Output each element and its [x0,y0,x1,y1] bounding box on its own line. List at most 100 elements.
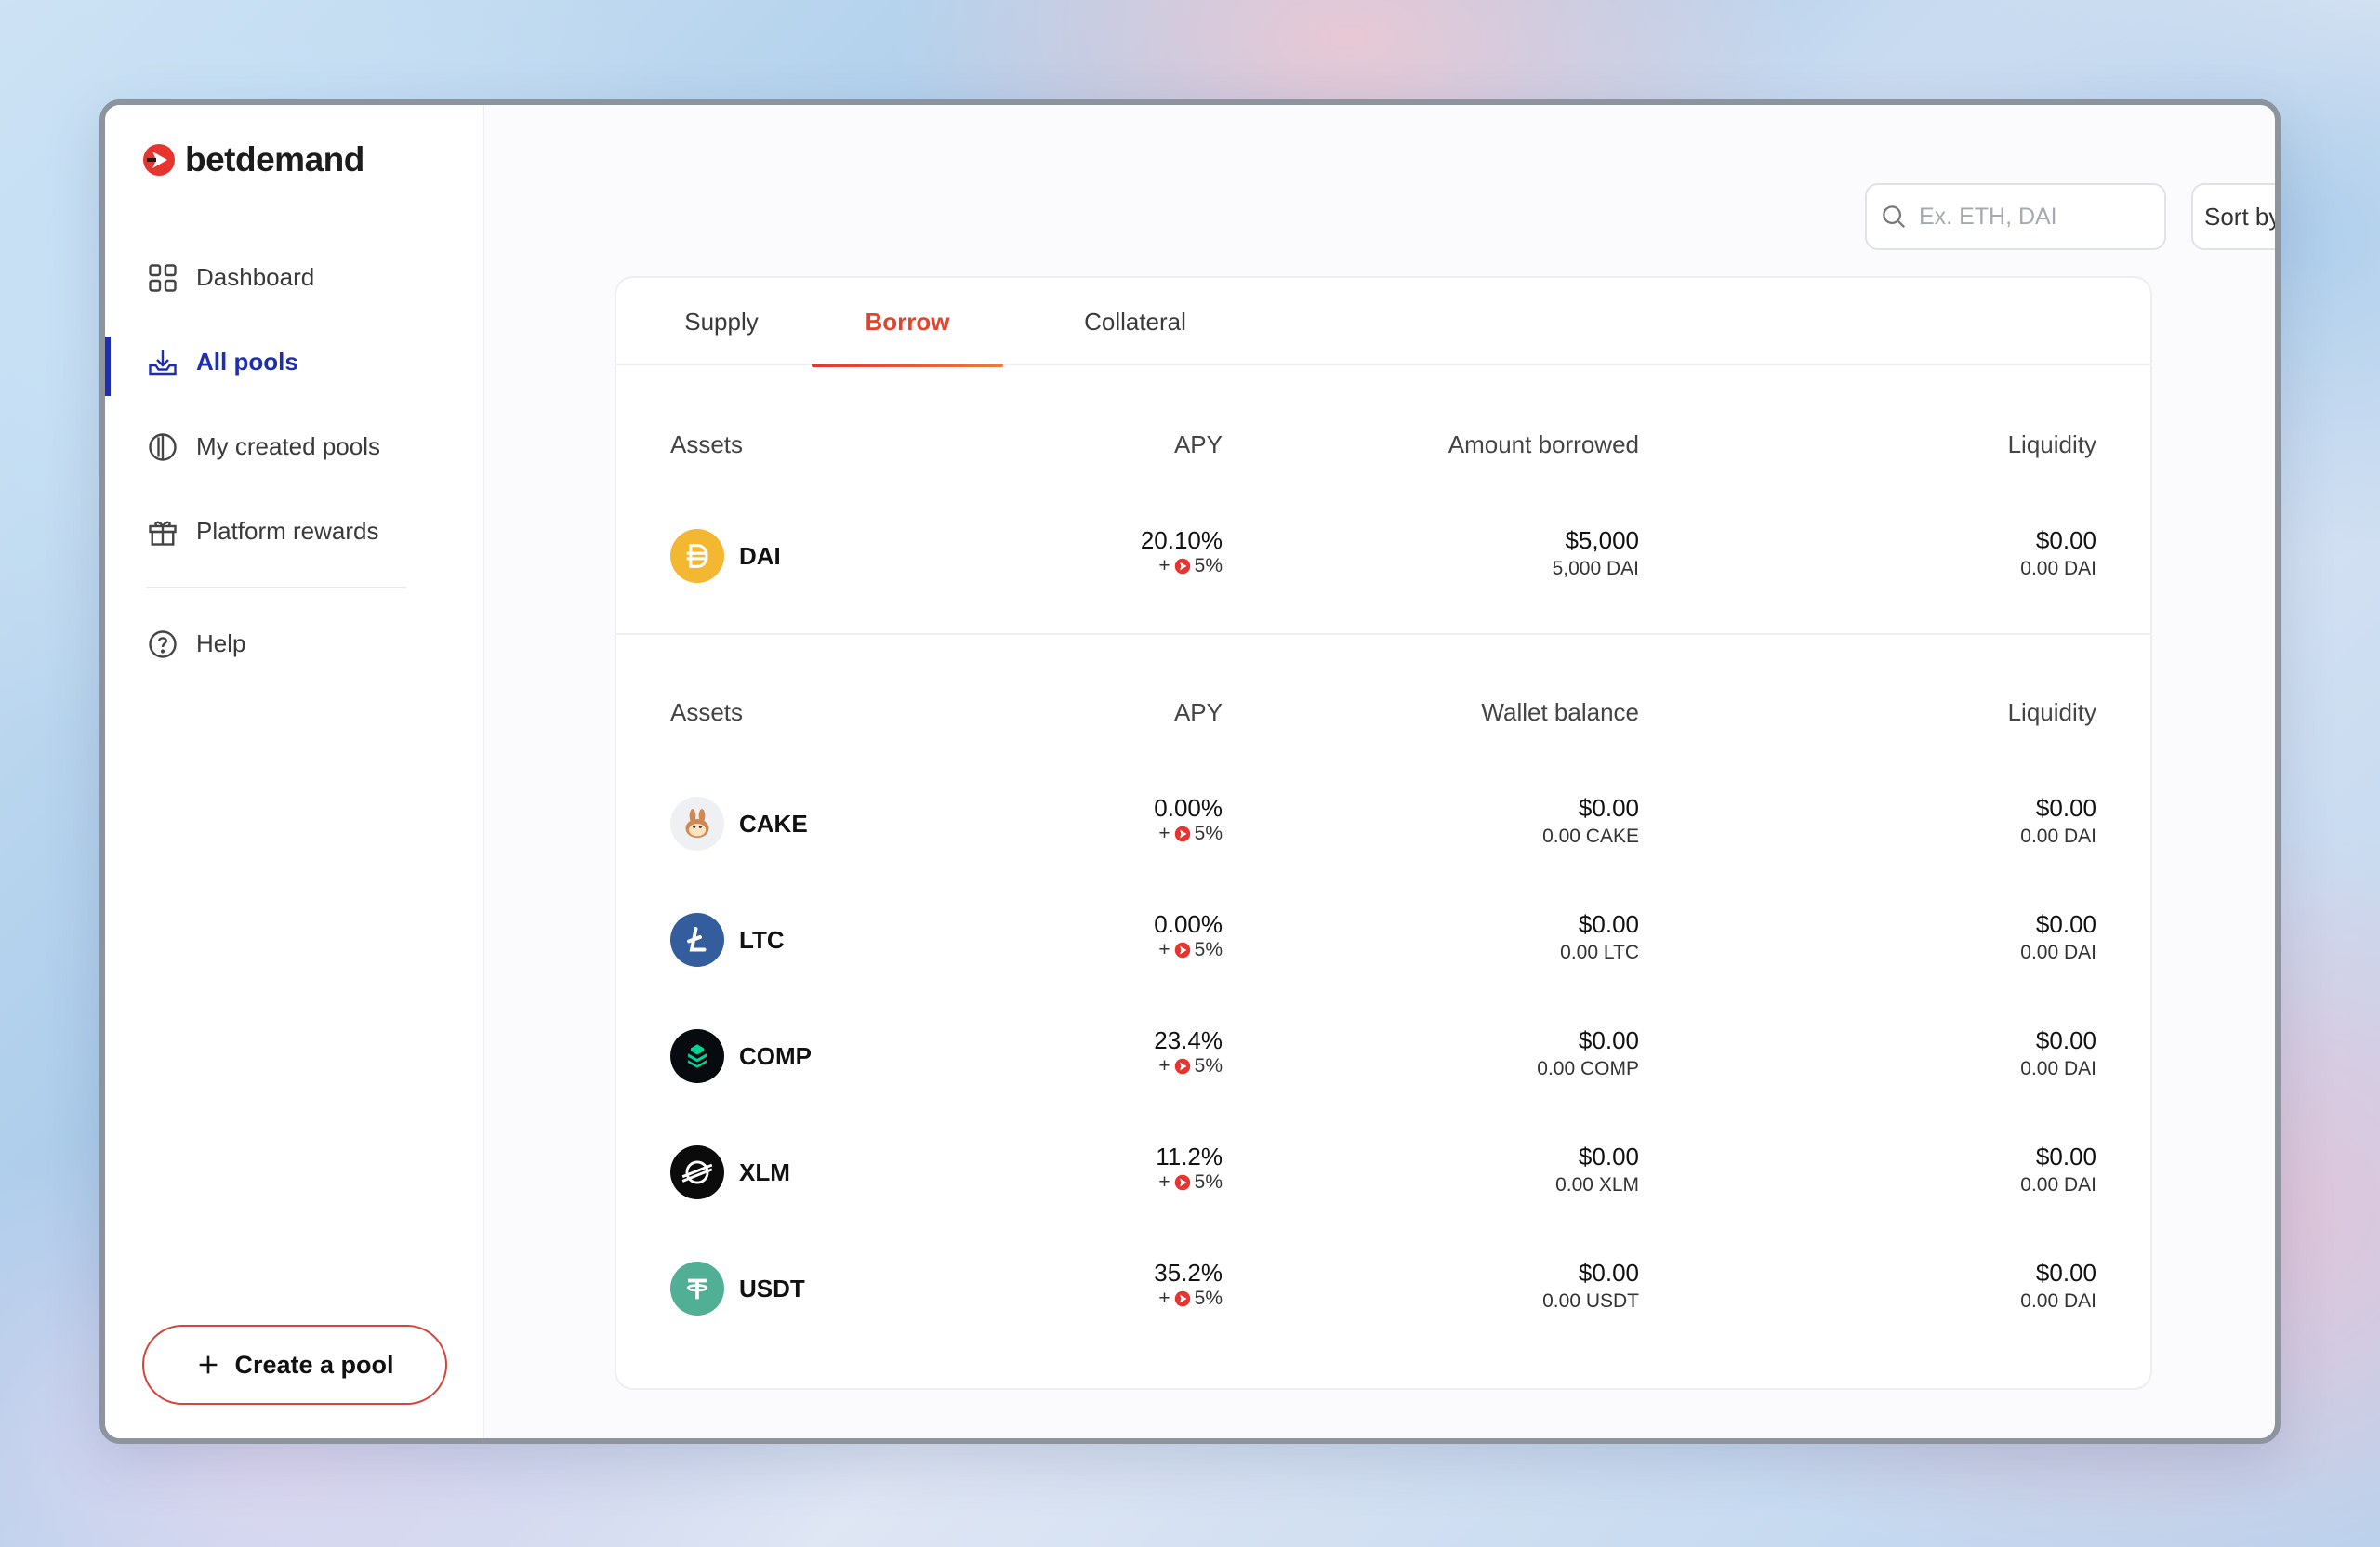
apy-cell: 23.4% + 5% [1154,1025,1223,1078]
balance-cell: $0.00 0.00 XLM [1555,1142,1639,1199]
search-icon [1883,205,1906,229]
download-tray-icon [149,350,177,375]
amount-sub: 5,000 DAI [1552,558,1639,579]
available-section: Assets APY Wallet balance Liquidity CAKE… [616,635,2150,1379]
search-box[interactable] [1865,183,2166,250]
reward-prefix: + [1158,1288,1170,1309]
table-row[interactable]: USDT 35.2% + 5% $0.00 0.00 USDT $0.00 0.… [616,1254,2150,1325]
balance-sub: 0.00 COMP [1537,1058,1639,1079]
app-window: betdemand Dashboard All pools My created… [99,99,2281,1444]
apy-cell: 0.00% + 5% [1154,909,1223,961]
table-row[interactable]: XLM 11.2% + 5% $0.00 0.00 XLM $0.00 0.00… [616,1138,2150,1209]
sidebar-item-dashboard[interactable]: Dashboard [105,235,483,320]
create-pool-button[interactable]: Create a pool [142,1325,447,1405]
liquidity-cell: $0.00 0.00 DAI [2020,1142,2096,1199]
asset-cell: LTC [670,913,785,967]
header-wallet-balance: Wallet balance [1481,698,1639,726]
apy-value: 35.2% [1154,1259,1223,1287]
liquidity-sub: 0.00 DAI [2020,826,2096,847]
reward-prefix: + [1158,555,1170,576]
sidebar-item-help[interactable]: Help [105,602,483,686]
sidebar: betdemand Dashboard All pools My created… [105,105,484,1438]
asset-symbol: LTC [739,925,785,954]
sidebar-item-label: My created pools [196,432,380,460]
sidebar-item-all-pools[interactable]: All pools [105,320,483,404]
asset-cell: USDT [670,1262,805,1316]
liquidity-value: $0.00 [2035,1259,2096,1287]
asset-symbol: USDT [739,1274,805,1302]
reward-prefix: + [1158,939,1170,960]
liquidity-sub: 0.00 DAI [2020,1058,2096,1079]
sort-dropdown[interactable]: Sort by: [2191,183,2281,250]
asset-symbol: COMP [739,1041,812,1070]
header-assets: Assets [670,698,744,726]
pools-card: Supply Borrow Collateral Assets APY Amou… [615,276,2152,1390]
balance-sub: 0.00 CAKE [1542,826,1639,847]
table-row[interactable]: DAI 20.10% + 5% $5,000 5,000 DAI $0.00 0… [616,522,2150,592]
cake-icon [670,797,724,851]
sidebar-item-label: Dashboard [196,263,315,291]
sidebar-item-my-created-pools[interactable]: My created pools [105,404,483,489]
balance-sub: 0.00 USDT [1542,1290,1639,1312]
apy-cell: 0.00% + 5% [1154,793,1223,845]
sidebar-item-label: Help [196,629,246,657]
asset-cell: DAI [670,529,781,583]
liquidity-sub: 0.00 DAI [2020,1174,2096,1196]
gift-icon [149,521,177,546]
table-header: Assets APY Amount borrowed Liquidity [616,430,2150,468]
reward-value: 5% [1194,939,1223,960]
liquidity-value: $0.00 [2035,1026,2096,1054]
amount-value: $5,000 [1565,526,1639,554]
liquidity-value: $0.00 [2035,794,2096,822]
header-liquidity: Liquidity [2007,430,2096,458]
nav-divider [146,587,406,588]
brand-mini-icon [1174,942,1190,959]
brand-logo-icon [143,144,175,176]
asset-cell: COMP [670,1029,812,1083]
sidebar-item-platform-rewards[interactable]: Platform rewards [105,489,483,574]
reward-badge: + 5% [1158,939,1223,961]
balance-cell: $0.00 0.00 LTC [1560,909,1639,967]
asset-cell: XLM [670,1145,790,1199]
table-header: Assets APY Wallet balance Liquidity [616,698,2150,735]
reward-prefix: + [1158,823,1170,844]
liquidity-cell: $0.00 0.00 DAI [2020,525,2096,583]
tab-supply[interactable]: Supply [670,278,773,365]
borrowed-section: Assets APY Amount borrowed Liquidity DAI… [616,365,2150,635]
create-pool-label: Create a pool [234,1350,394,1379]
tether-icon [670,1262,724,1316]
sort-label: Sort by: [2204,202,2281,231]
search-input[interactable] [1919,203,2142,231]
grid-icon [149,263,177,292]
help-icon [149,629,177,658]
logo[interactable]: betdemand [142,140,364,179]
balance-value: $0.00 [1578,1259,1639,1287]
reward-value: 5% [1194,555,1223,576]
balance-value: $0.00 [1578,910,1639,938]
logo-text: betdemand [185,140,364,178]
table-row[interactable]: LTC 0.00% + 5% $0.00 0.00 LTC $0.00 0.00… [616,906,2150,976]
liquidity-cell: $0.00 0.00 DAI [2020,909,2096,967]
liquidity-value: $0.00 [2035,526,2096,554]
header-apy: APY [1173,430,1223,458]
balance-cell: $0.00 0.00 CAKE [1542,793,1639,851]
tab-borrow[interactable]: Borrow [812,278,1003,367]
dai-icon [670,529,724,583]
table-row[interactable]: COMP 23.4% + 5% $0.00 0.00 COMP $0.00 0.… [616,1022,2150,1092]
tab-collateral[interactable]: Collateral [1051,278,1219,365]
main-content: Sort by: Supply Borrow Collateral Assets… [484,105,2275,1438]
asset-symbol: XLM [739,1157,790,1186]
header-assets: Assets [670,430,744,458]
asset-symbol: DAI [739,541,781,570]
liquidity-value: $0.00 [2035,1143,2096,1170]
liquidity-sub: 0.00 DAI [2020,558,2096,579]
stellar-icon [670,1145,724,1199]
brand-mini-icon [1174,826,1190,842]
asset-cell: CAKE [670,797,808,851]
table-row[interactable]: CAKE 0.00% + 5% $0.00 0.00 CAKE $0.00 0.… [616,789,2150,860]
reward-value: 5% [1194,1055,1223,1077]
half-circle-icon [149,432,177,461]
apy-cell: 20.10% + 5% [1141,525,1223,577]
reward-prefix: + [1158,1055,1170,1077]
apy-value: 0.00% [1154,794,1223,822]
